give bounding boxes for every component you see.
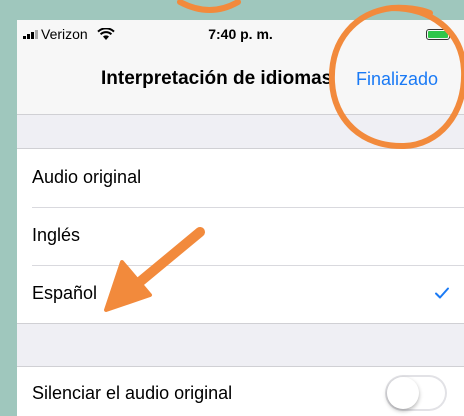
clock: 7:40 p. m. bbox=[208, 26, 273, 42]
battery-fill bbox=[428, 31, 448, 38]
toggle-knob bbox=[387, 377, 419, 409]
checkmark-icon bbox=[435, 287, 449, 299]
annotation-circle-top bbox=[177, 0, 241, 13]
language-option-label: Audio original bbox=[32, 167, 142, 187]
mute-original-toggle[interactable] bbox=[385, 375, 447, 411]
mute-original-row: Silenciar el audio original bbox=[17, 366, 464, 416]
language-option-original[interactable]: Audio original bbox=[17, 149, 464, 207]
language-option-english[interactable]: Inglés bbox=[17, 207, 464, 265]
language-option-spanish[interactable]: Español bbox=[17, 265, 464, 323]
language-list: Audio original Inglés Español bbox=[17, 148, 464, 324]
done-button[interactable]: Finalizado bbox=[356, 69, 438, 90]
mute-original-label: Silenciar el audio original bbox=[32, 383, 233, 403]
phone-screen: Verizon 7:40 p. m. Interpretación de idi… bbox=[17, 20, 464, 416]
navigation-bar: Interpretación de idiomas Finalizado bbox=[17, 46, 464, 115]
language-option-label: Español bbox=[32, 283, 98, 303]
status-bar: Verizon 7:40 p. m. bbox=[17, 20, 464, 46]
language-option-label: Inglés bbox=[32, 225, 81, 245]
page-title: Interpretación de idiomas bbox=[101, 68, 333, 89]
battery-icon bbox=[426, 29, 453, 40]
